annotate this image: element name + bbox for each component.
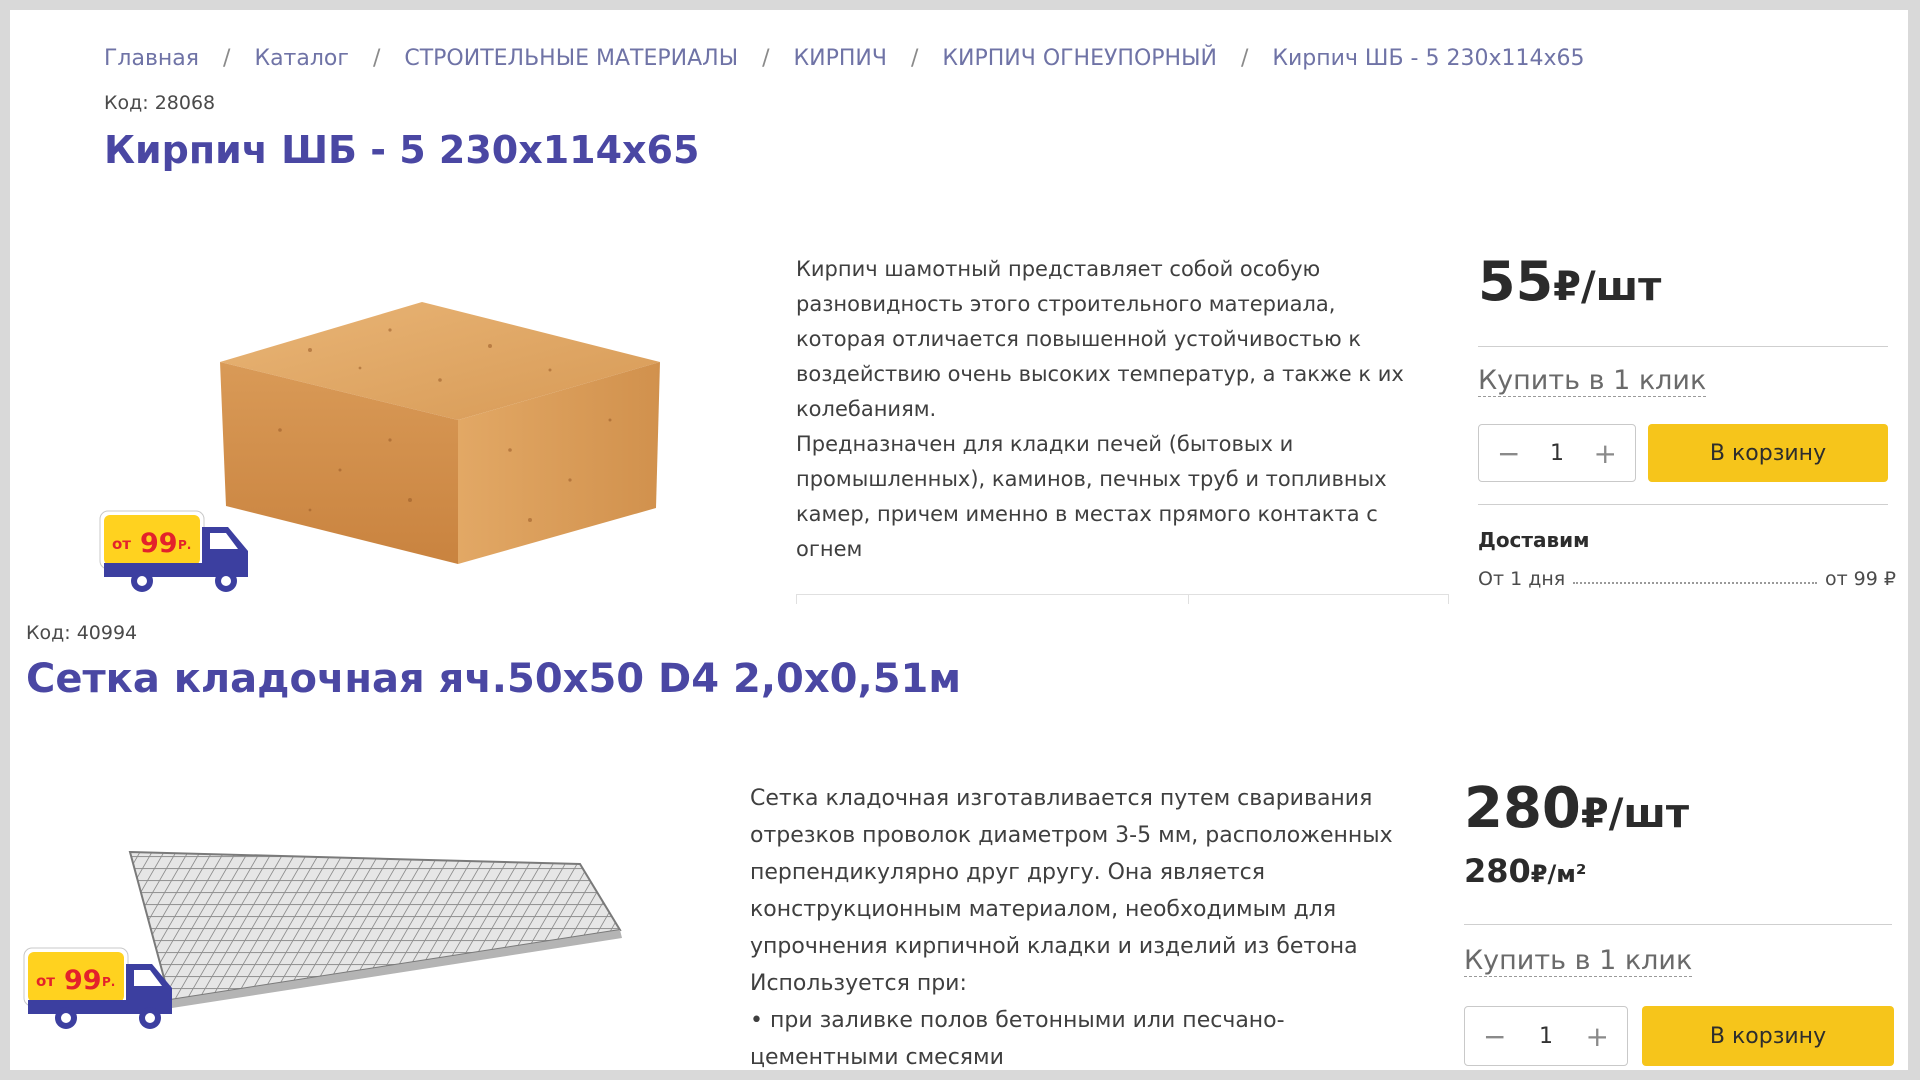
breadcrumb-link-catalog[interactable]: Каталог [254,46,348,71]
product-price: 55₽/шт [1478,250,1661,313]
delivery-truck-icon: от 99 Р. [99,510,248,592]
description-line: которая отличается повышенной устойчивос… [796,327,1362,351]
description-line: • при заливке полов бетонными или песчан… [750,1008,1285,1033]
buy-one-click-link[interactable]: Купить в 1 клик [1464,946,1693,977]
badge-amount: 99 [64,965,102,996]
quantity-value[interactable]: 1 [1550,441,1564,466]
breadcrumb-separator: / [762,46,770,71]
plus-icon[interactable]: + [1586,1020,1609,1053]
tabs-divider [796,594,1448,595]
product-code: Код: 40994 [26,622,138,644]
description-line: Кирпич шамотный представляет собой особу… [796,257,1321,281]
description-line: разновидность этого строительного матери… [796,292,1336,316]
plus-icon[interactable]: + [1594,437,1617,470]
quantity-stepper: − 1 + [1464,1006,1628,1066]
breadcrumb-separator: / [910,46,919,71]
quantity-stepper: − 1 + [1478,424,1636,482]
add-to-cart-button[interactable]: В корзину [1648,424,1888,482]
breadcrumb-current-page: Кирпич ШБ - 5 230х114х65 [1272,46,1585,71]
product-title: Сетка кладочная яч.50х50 D4 2,0х0,51м [26,656,962,702]
product-code: Код: 28068 [104,92,216,114]
product-description: Кирпич шамотный представляет собой особу… [796,252,1436,567]
product-price: 280₽/шт [1464,776,1689,841]
price-divider [1464,924,1892,925]
description-line: огнем [796,537,863,561]
breadcrumb-separator: / [1240,46,1249,71]
description-line: колебаниям. [796,397,937,421]
delivery-price: от 99 ₽ [1824,568,1896,590]
description-line: цементными смесями [750,1045,1004,1070]
brick-image [220,302,660,564]
tab-divider-tick [796,594,797,604]
unit-price: 280₽/м² [1464,852,1586,890]
description-line: упрочнения кирпичной кладки и изделий из… [750,934,1358,959]
description-line: перпендикулярно друг другу. Она является [750,860,1265,885]
breadcrumb: Главная / Каталог / СТРОИТЕЛЬНЫЕ МАТЕРИА… [104,46,1584,71]
breadcrumb-separator: / [223,46,231,71]
breadcrumb-link-fireproof-brick[interactable]: КИРПИЧ ОГНЕУПОРНЫЙ [942,46,1217,71]
product-description: Сетка кладочная изготавливается путем св… [750,780,1440,1070]
description-line: отрезков проволок диаметром 3-5 мм, расп… [750,823,1393,848]
minus-icon[interactable]: − [1497,437,1520,470]
tab-divider-tick [1448,594,1449,604]
page-frame: Главная / Каталог / СТРОИТЕЛЬНЫЕ МАТЕРИА… [10,10,1908,1070]
description-line: Используется при: [750,971,967,996]
delivery-title: Доставим [1478,528,1590,552]
badge-prefix: от [112,535,131,553]
description-line: конструкционным материалом, необходимым … [750,897,1337,922]
mesh-image [128,850,622,1008]
add-to-cart-button[interactable]: В корзину [1642,1006,1894,1066]
breadcrumb-link-brick[interactable]: КИРПИЧ [794,46,887,71]
price-divider [1478,346,1888,347]
delivery-dots [1573,582,1817,584]
minus-icon[interactable]: − [1483,1020,1506,1053]
badge-prefix: от [36,972,55,990]
buy-one-click-link[interactable]: Купить в 1 клик [1478,366,1707,397]
delivery-row: От 1 дня от 99 ₽ [1478,568,1896,590]
description-line: воздействию очень высоких температур, а … [796,362,1404,386]
quantity-value[interactable]: 1 [1539,1024,1553,1049]
price-value: 55 [1478,250,1554,313]
delivery-term: От 1 дня [1478,568,1566,590]
price-unit: ₽/шт [1553,264,1662,310]
breadcrumb-link-building-materials[interactable]: СТРОИТЕЛЬНЫЕ МАТЕРИАЛЫ [404,46,738,71]
badge-suffix: Р. [178,538,191,552]
breadcrumb-separator: / [372,46,381,71]
tab-divider-tick [1188,594,1189,604]
unit-price-unit: ₽/м² [1530,860,1587,888]
delivery-truck-icon: от 99 Р. [23,947,172,1029]
breadcrumb-link-home[interactable]: Главная [104,46,199,71]
description-line: Сетка кладочная изготавливается путем св… [750,786,1373,811]
cart-divider [1478,504,1888,505]
unit-price-value: 280 [1464,852,1531,890]
product-title: Кирпич ШБ - 5 230х114х65 [104,128,700,172]
description-line: промышленных), каминов, печных труб и то… [796,467,1387,491]
price-unit: ₽/шт [1580,791,1690,837]
badge-suffix: Р. [102,975,115,989]
description-line: камер, причем именно в местах прямого ко… [796,502,1378,526]
price-value: 280 [1464,776,1581,841]
description-line: Предназначен для кладки печей (бытовых и [796,432,1294,456]
badge-amount: 99 [140,528,178,559]
